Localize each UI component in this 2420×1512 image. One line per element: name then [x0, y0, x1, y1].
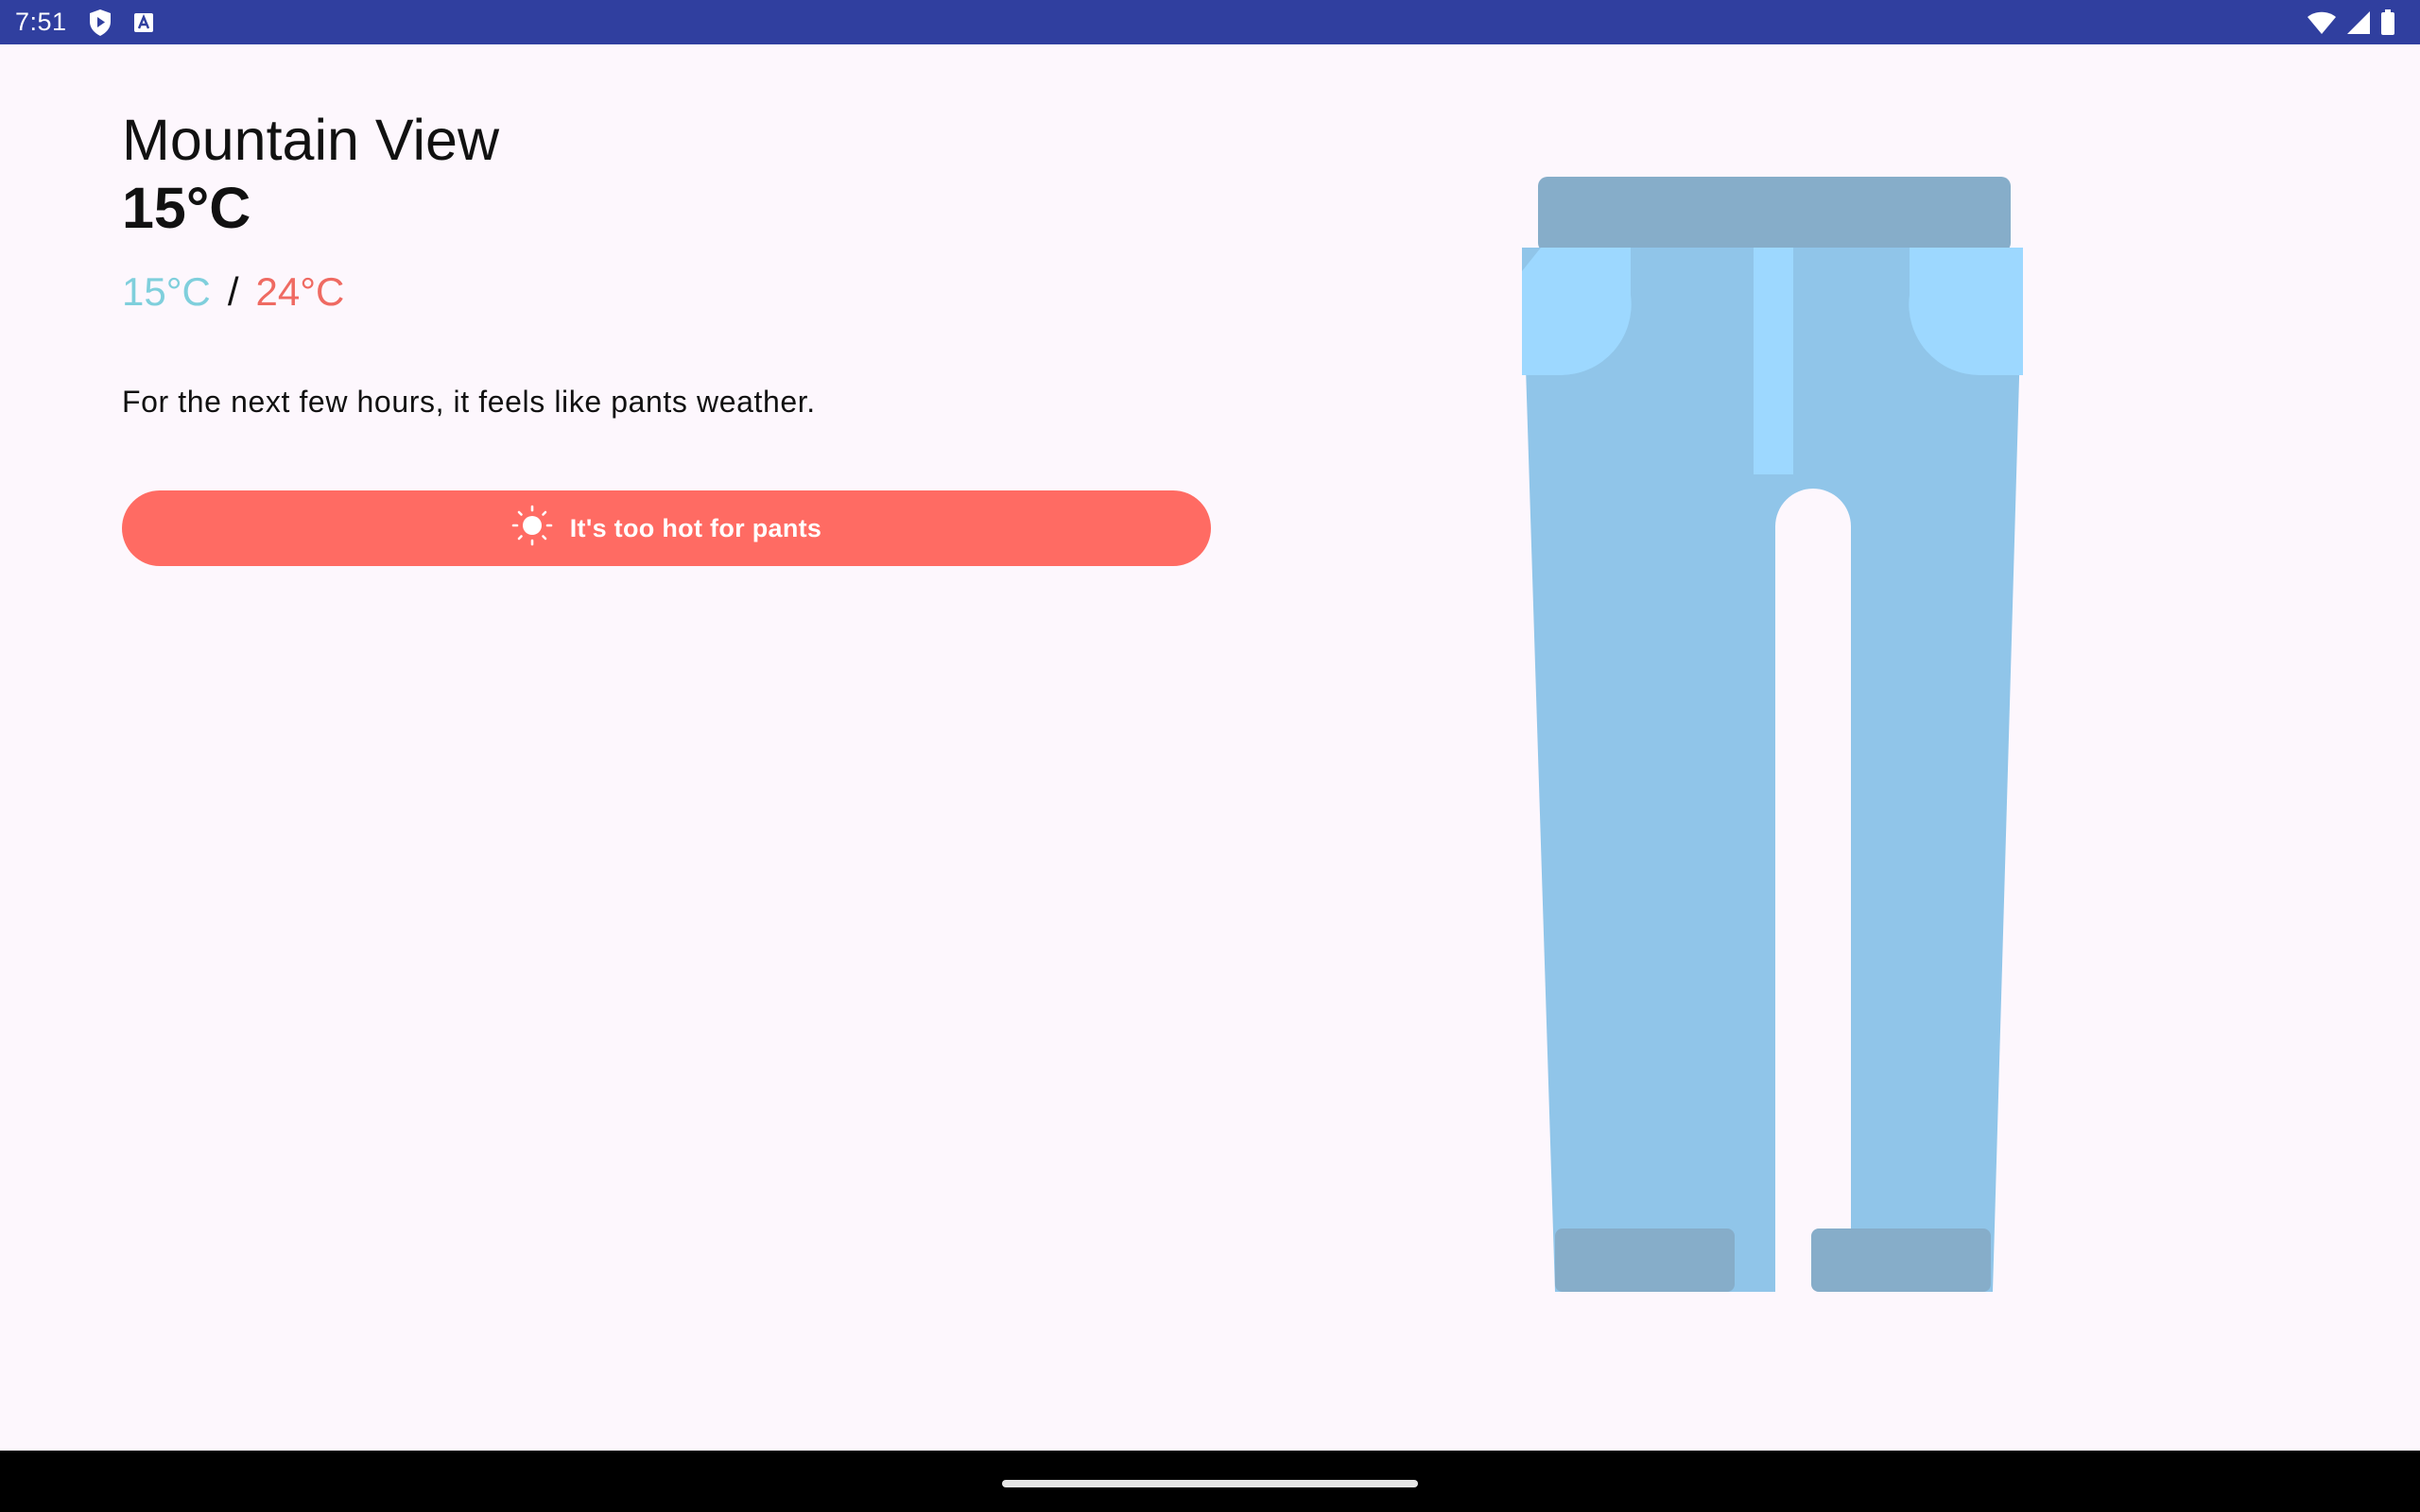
temperature-range: 15°C / 24°C [122, 269, 344, 315]
current-temperature: 15°C [122, 176, 251, 240]
wifi-icon [2307, 10, 2337, 35]
signal-icon [2346, 10, 2371, 35]
pants-waistband [1538, 177, 2011, 252]
high-temperature: 24°C [255, 269, 345, 314]
pants-left-cuff [1555, 1228, 1735, 1292]
pants-fly [1754, 248, 1793, 474]
main-content: Mountain View 15°C 15°C / 24°C For the n… [0, 44, 2420, 1451]
low-temperature: 15°C [122, 269, 211, 314]
range-separator: / [227, 269, 239, 314]
city-name: Mountain View [122, 108, 500, 172]
battery-icon [2380, 9, 2395, 36]
status-right-icons [2307, 9, 2395, 36]
too-hot-button-label: It's too hot for pants [569, 513, 822, 542]
too-hot-for-pants-button[interactable]: It's too hot for pants [122, 490, 1211, 566]
status-left-icons [88, 9, 154, 37]
forecast-description: For the next few hours, it feels like pa… [122, 385, 816, 419]
navigation-bar [0, 1451, 2420, 1512]
a-badge-icon [133, 12, 154, 33]
gesture-handle[interactable] [1002, 1480, 1418, 1487]
shield-play-icon [88, 9, 112, 37]
status-bar: 7:51 [0, 0, 2420, 44]
sun-icon [511, 505, 553, 553]
pants-right-cuff [1811, 1228, 1991, 1292]
status-time: 7:51 [15, 8, 67, 36]
pants-illustration [1512, 177, 2032, 1339]
